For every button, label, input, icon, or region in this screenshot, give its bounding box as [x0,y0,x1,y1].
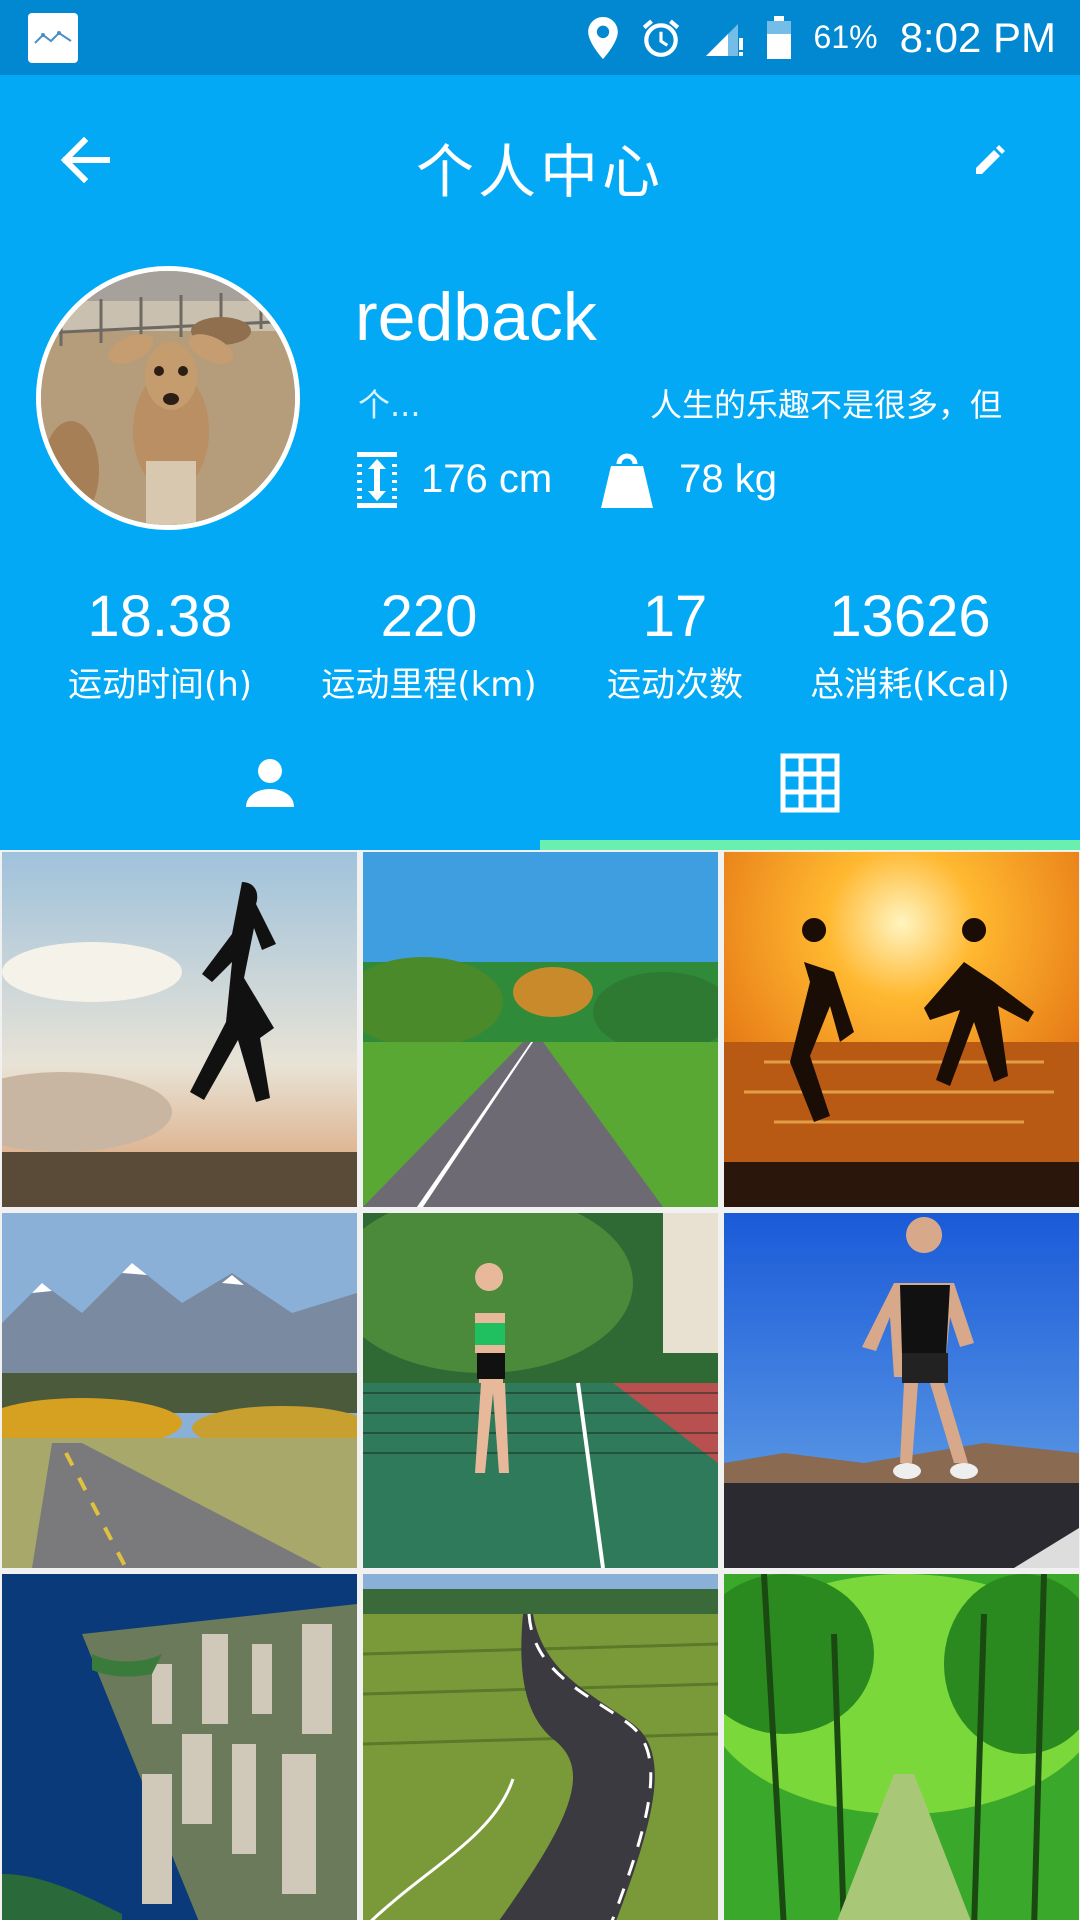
photo-tile[interactable] [363,1213,718,1568]
status-bar: 61% 8:02 PM [0,0,1080,75]
tab-indicator [540,840,1080,850]
location-icon [587,16,618,59]
photo-tile[interactable] [363,1574,718,1920]
toolbar: 个人中心 [0,75,1080,245]
height-metric: 176 cm [355,450,552,510]
height-icon [357,451,397,508]
signal-icon [704,18,744,58]
bio-long: 人生的乐趣不是很多，但 [650,379,1045,426]
stat-label: 运动里程(km) [321,664,537,705]
clock: 8:02 PM [899,13,1056,61]
weight-value: 78 kg [679,457,778,502]
stat-label: 总消耗(Kcal) [810,664,1010,705]
grid-icon [780,753,840,812]
bio: 个... 人生的乐趣不是很多，但 [355,379,1055,426]
username: redback [355,279,597,355]
edit-button[interactable] [960,130,1020,190]
weight-metric: 78 kg [597,450,777,510]
photo-tile[interactable] [2,852,357,1207]
tab-bar [0,735,1080,850]
stats-row: 18.38 运动时间(h) 220 运动里程(km) 17 运动次数 13626… [0,585,1080,705]
photo-grid [0,850,1080,1920]
photo-tile[interactable] [724,1574,1079,1920]
stat-value: 17 [642,584,708,649]
stat-value: 13626 [829,584,991,649]
bio-short: 个... [358,385,421,424]
stat-calories: 13626 总消耗(Kcal) [800,585,1020,706]
photo-tile[interactable] [2,1574,357,1920]
height-value: 176 cm [421,457,553,502]
photo-tile[interactable] [724,852,1079,1207]
stat-label: 运动时间(h) [67,664,253,705]
stat-distance: 220 运动里程(km) [318,585,540,706]
alarm-icon [640,17,682,59]
page-title: 个人中心 [415,138,664,206]
profile-header: 个人中心 redback 个... 人生的乐趣不是很多，但 176 cm 78 … [0,75,1080,850]
weight-icon [601,453,654,508]
body-metrics: 176 cm 78 kg [355,450,1055,510]
photo-tile[interactable] [2,1213,357,1568]
battery-icon [766,15,792,60]
profile-screen: 61% 8:02 PM 个人中心 redback 个... 人生的乐趣不是很多，… [0,0,1080,1920]
stat-exercise-time: 18.38 运动时间(h) [60,585,260,706]
pencil-icon [976,145,1005,174]
tab-profile[interactable] [0,735,540,850]
avatar[interactable] [36,266,300,530]
stat-label: 运动次数 [607,664,743,705]
stat-value: 220 [380,584,478,649]
battery-percent: 61% [813,19,878,55]
tab-gallery[interactable] [540,735,1080,850]
person-icon [246,758,294,807]
stat-count: 17 运动次数 [590,585,760,706]
photo-tile[interactable] [363,852,718,1207]
profile-info: redback 个... 人生的乐趣不是很多，但 176 cm 78 kg [355,280,1055,510]
stat-value: 18.38 [87,584,233,649]
app-notification-icon [28,12,78,63]
photo-tile[interactable] [724,1213,1079,1568]
